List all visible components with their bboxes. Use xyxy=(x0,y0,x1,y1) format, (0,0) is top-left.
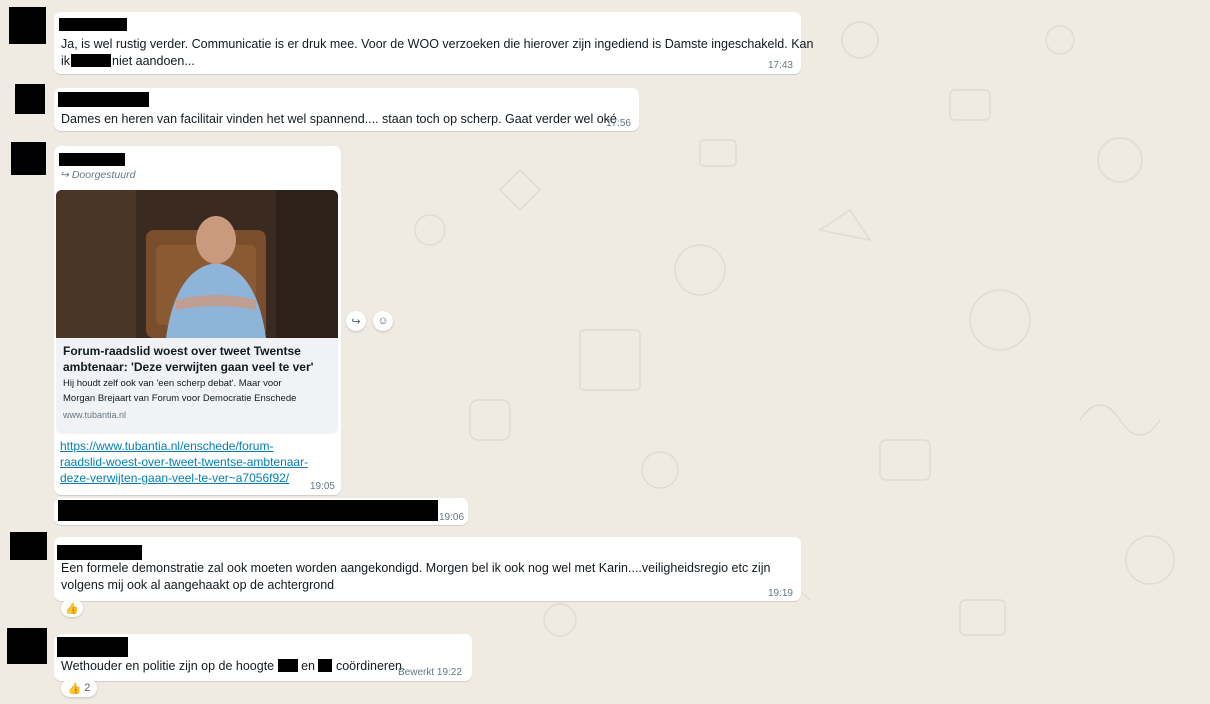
message-time: 17:56 xyxy=(605,118,631,129)
avatar[interactable] xyxy=(10,532,47,560)
link-preview[interactable]: Forum-raadslid woest over tweet Twentse … xyxy=(56,190,338,434)
message-time: 17:43 xyxy=(767,60,793,71)
preview-domain: www.tubantia.nl xyxy=(63,410,127,420)
message-reaction[interactable]: 👍 xyxy=(61,599,83,617)
redacted-text xyxy=(318,659,333,672)
message-text: Een formele demonstratie zal ook moeten … xyxy=(61,561,771,575)
forward-icon: ↪ xyxy=(351,315,361,328)
message-time: 19:06 xyxy=(439,512,465,523)
redacted-sender-name xyxy=(59,18,127,31)
message-bubble[interactable]: Dames en heren van facilitair vinden het… xyxy=(54,88,639,131)
message-text: volgens mij ook al aangehaakt op de acht… xyxy=(61,578,335,592)
message-text-line2: ik niet aandoen... xyxy=(61,54,195,68)
preview-title: ambtenaar: 'Deze verwijten gaan veel te … xyxy=(63,360,314,374)
reaction-count: 2 xyxy=(84,682,91,694)
message-reaction[interactable]: 👍 2 xyxy=(61,679,97,697)
message-link[interactable]: raadslid-woest-over-tweet-twentse-ambten… xyxy=(60,454,308,470)
preview-description: Hij houdt zelf ook van 'een scherp debat… xyxy=(63,378,282,389)
message-bubble[interactable]: ↪ Doorgestuurd Forum-raadslid woest over … xyxy=(54,146,341,495)
thumbs-up-icon: 👍 xyxy=(67,682,82,695)
react-button[interactable]: ☺ xyxy=(373,311,393,331)
message-text: Ja, is wel rustig verder. Communicatie i… xyxy=(61,37,814,51)
message-text: Wethouder en politie zijn op de hoogte e… xyxy=(61,659,406,673)
preview-image xyxy=(56,190,338,338)
forward-icon: ↪ xyxy=(60,169,69,181)
forward-button[interactable]: ↪ xyxy=(346,311,366,331)
redacted-sender-name xyxy=(57,637,128,657)
avatar[interactable] xyxy=(7,628,47,664)
avatar[interactable] xyxy=(9,7,46,44)
emoji-icon: ☺ xyxy=(377,315,389,327)
message-time: 19:05 xyxy=(309,481,335,492)
redacted-text xyxy=(277,659,298,672)
message-bubble[interactable]: Wethouder en politie zijn op de hoogte e… xyxy=(54,634,472,681)
redacted-sender-name xyxy=(57,545,142,560)
thumbs-up-icon: 👍 xyxy=(65,602,79,615)
redacted-sender-name xyxy=(58,92,149,107)
avatar[interactable] xyxy=(11,142,46,175)
message-time: 19:19 xyxy=(767,588,793,599)
redacted-message-text xyxy=(58,500,438,521)
preview-description: Morgan Brejaart van Forum voor Democrati… xyxy=(63,393,297,404)
avatar[interactable] xyxy=(15,84,45,114)
message-text: Dames en heren van facilitair vinden het… xyxy=(61,112,617,126)
message-bubble[interactable]: Ja, is wel rustig verder. Communicatie i… xyxy=(54,12,813,74)
message-bubble[interactable]: 19:06 xyxy=(54,498,468,525)
message-bubble[interactable]: Een formele demonstratie zal ook moeten … xyxy=(54,537,801,601)
message-edited-time: Bewerkt 19:22 xyxy=(398,667,462,678)
message-link[interactable]: deze-verwijten-gaan-veel-te-ver~a7056f92… xyxy=(60,470,289,486)
message-link[interactable]: https://www.tubantia.nl/enschede/forum- xyxy=(60,438,273,454)
forwarded-indicator: ↪ Doorgestuurd xyxy=(60,169,136,181)
redacted-sender-name xyxy=(59,153,125,166)
preview-title: Forum-raadslid woest over tweet Twentse xyxy=(63,344,301,358)
redacted-text xyxy=(71,54,112,67)
